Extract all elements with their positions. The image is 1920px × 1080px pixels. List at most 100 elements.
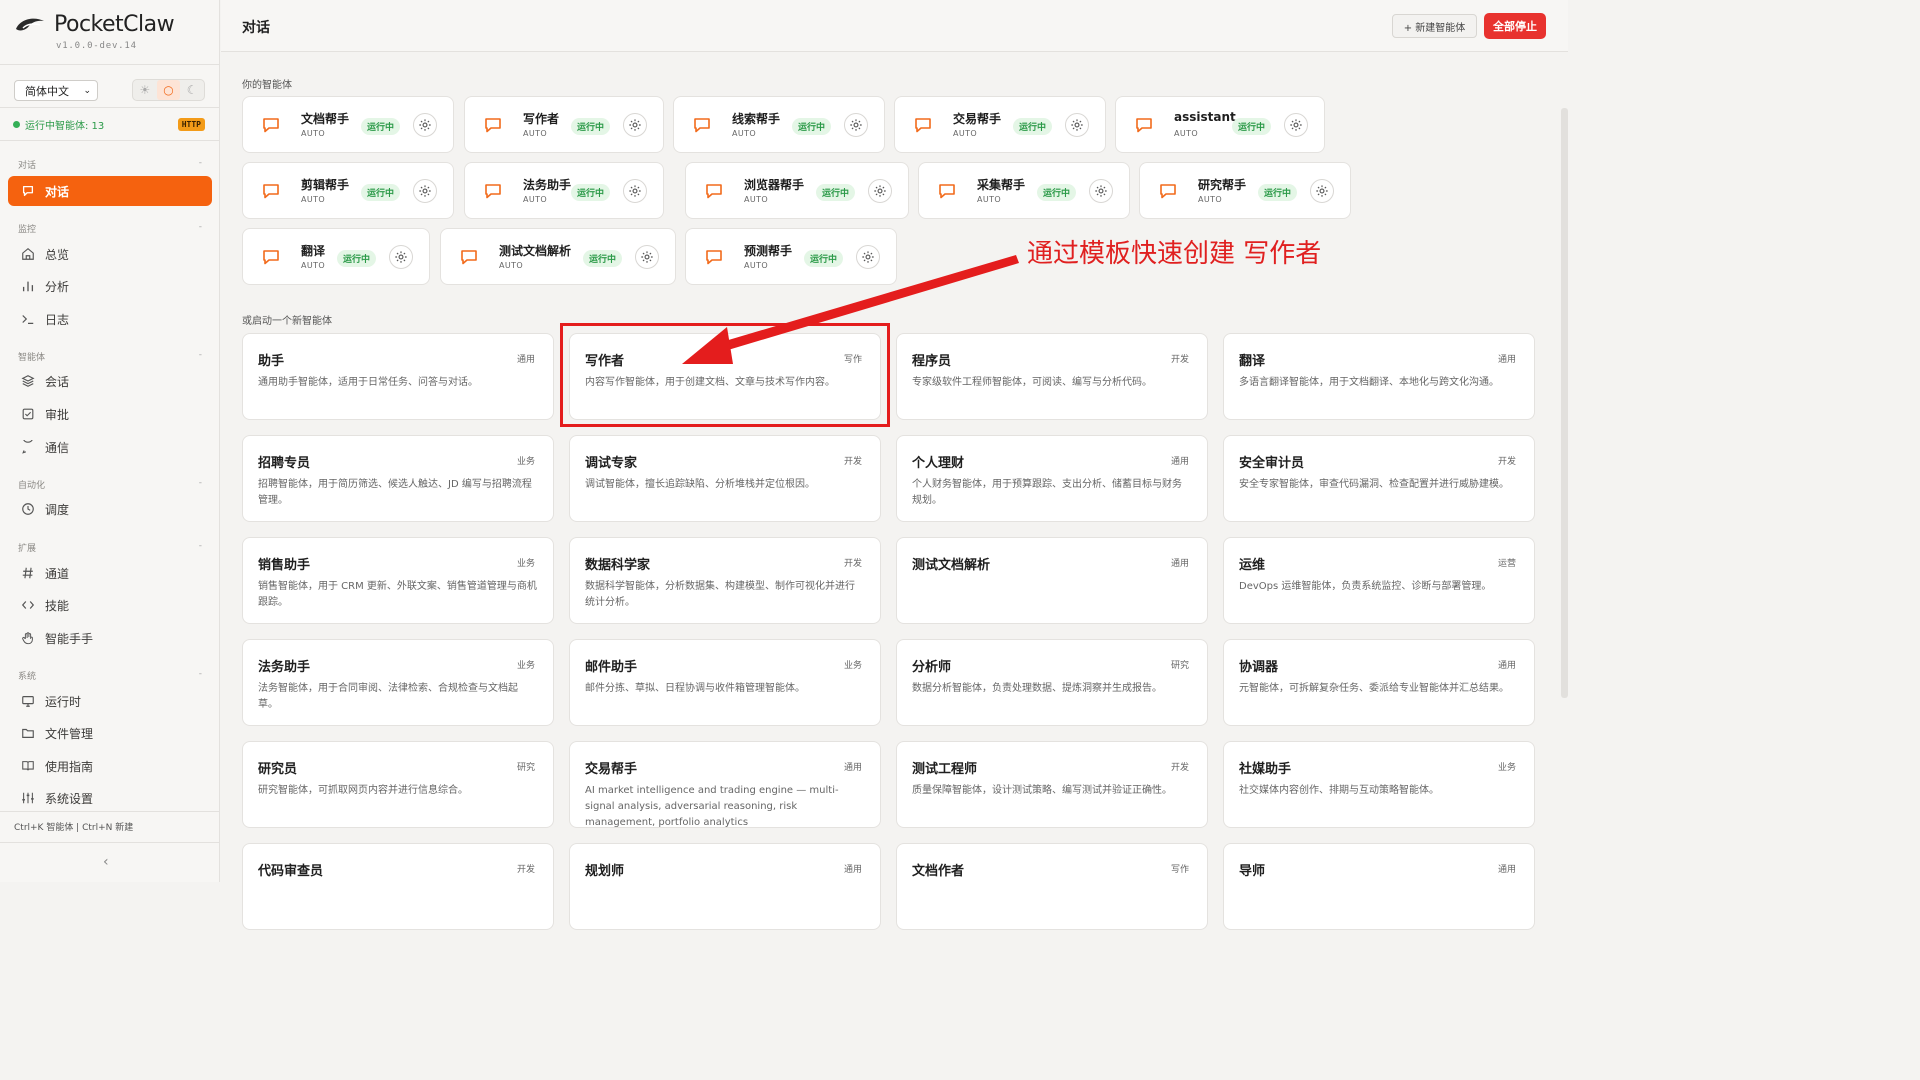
template-card[interactable]: 运维 运营 DevOps 运维智能体，负责系统监控、诊断与部署管理。 [1223, 537, 1535, 624]
agent-settings-button[interactable] [844, 113, 868, 137]
agent-card[interactable]: 翻译 AUTO 运行中 [242, 228, 430, 285]
message-icon [21, 440, 35, 454]
collapse-sidebar-button[interactable]: ‹ [103, 854, 109, 870]
sidebar-item-runtime[interactable]: 运行时 [8, 686, 212, 716]
sidebar-item-comms[interactable]: 通信 [8, 432, 212, 462]
divider [0, 811, 220, 812]
template-tag: 开发 [843, 457, 862, 467]
template-card[interactable]: 安全审计员 开发 安全专家智能体，审查代码漏洞、检查配置并进行威胁建模。 [1223, 435, 1535, 522]
sidebar-item-sessions[interactable]: 会话 [8, 366, 212, 396]
agent-card[interactable]: assistant AUTO 运行中 [1115, 96, 1325, 153]
agent-settings-button[interactable] [1310, 179, 1334, 203]
template-tag: 开发 [516, 865, 535, 875]
template-name: 安全审计员 [1239, 456, 1305, 471]
stop-all-button[interactable]: 全部停止 [1484, 13, 1546, 39]
template-name: 翻译 [1239, 354, 1266, 369]
agent-settings-button[interactable] [1284, 113, 1308, 137]
template-card[interactable]: 代码审查员 开发 [242, 843, 554, 930]
sidebar-item-hands[interactable]: 智能手手 [8, 623, 212, 653]
agent-settings-button[interactable] [623, 179, 647, 203]
template-name: 交易帮手 [585, 762, 638, 777]
sun-icon[interactable]: ☀ [133, 80, 157, 100]
template-card[interactable]: 招聘专员 业务 招聘智能体，用于简历筛选、候选人触达、JD 编写与招聘流程管理。 [242, 435, 554, 522]
agent-card[interactable]: 预测帮手 AUTO 运行中 [685, 228, 897, 285]
agent-settings-button[interactable] [413, 179, 437, 203]
template-card[interactable]: 程序员 开发 专家级软件工程师智能体，可阅读、编写与分析代码。 [896, 333, 1208, 420]
agent-card[interactable]: 线索帮手 AUTO 运行中 [673, 96, 885, 153]
sidebar-item-guide[interactable]: 使用指南 [8, 751, 212, 781]
sidebar-item-approvals[interactable]: 审批 [8, 399, 212, 429]
template-card[interactable]: 规划师 通用 [569, 843, 881, 930]
template-card[interactable]: 助手 通用 通用助手智能体，适用于日常任务、问答与对话。 [242, 333, 554, 420]
template-description: 研究智能体，可抓取网页内容并进行信息综合。 [258, 785, 468, 796]
template-card[interactable]: 调试专家 开发 调试智能体，擅长追踪缺陷、分析堆栈并定位根因。 [569, 435, 881, 522]
template-card[interactable]: 导师 通用 [1223, 843, 1535, 930]
agent-name: 线索帮手 [732, 112, 781, 126]
agent-card[interactable]: 浏览器帮手 AUTO 运行中 [685, 162, 909, 219]
agent-settings-button[interactable] [635, 245, 659, 269]
sidebar-item-chat[interactable]: 对话 [8, 176, 212, 206]
template-name: 调试专家 [585, 456, 638, 471]
template-card[interactable]: 销售助手 业务 销售智能体，用于 CRM 更新、外联文案、销售管道管理与商机跟踪。 [242, 537, 554, 624]
template-card[interactable]: 法务助手 业务 法务智能体，用于合同审阅、法律检索、合规检查与文档起草。 [242, 639, 554, 726]
template-card[interactable]: 文档作者 写作 [896, 843, 1208, 930]
section-label-agents: 智能体 - [18, 350, 202, 363]
sidebar-item-analytics[interactable]: 分析 [8, 271, 212, 301]
template-name: 程序员 [912, 354, 952, 369]
sidebar-item-skills[interactable]: 技能 [8, 590, 212, 620]
agent-card[interactable]: 文档帮手 AUTO 运行中 [242, 96, 454, 153]
agent-card[interactable]: 测试文档解析 AUTO 运行中 [440, 228, 676, 285]
new-agent-button[interactable]: + 新建智能体 [1392, 14, 1477, 38]
sidebar-item-overview[interactable]: 总览 [8, 239, 212, 269]
agent-settings-button[interactable] [856, 245, 880, 269]
agent-mode: AUTO [1174, 129, 1199, 138]
status-badge: 运行中 [1013, 118, 1053, 135]
agent-card[interactable]: 剪辑帮手 AUTO 运行中 [242, 162, 454, 219]
agent-card[interactable]: 研究帮手 AUTO 运行中 [1139, 162, 1351, 219]
chat-icon [21, 184, 35, 198]
agent-card[interactable]: 法务助手 AUTO 运行中 [464, 162, 664, 219]
system-theme-icon[interactable]: ○ [156, 80, 181, 100]
moon-icon[interactable]: ☾ [180, 80, 204, 100]
template-card[interactable]: 测试工程师 开发 质量保障智能体，设计测试策略、编写测试并验证正确性。 [896, 741, 1208, 828]
chat-icon [263, 250, 279, 265]
template-name: 助手 [258, 354, 285, 369]
template-card[interactable]: 社媒助手 业务 社交媒体内容创作、排期与互动策略智能体。 [1223, 741, 1535, 828]
agent-card[interactable]: 采集帮手 AUTO 运行中 [918, 162, 1130, 219]
template-card[interactable]: 数据科学家 开发 数据科学智能体，分析数据集、构建模型、制作可视化并进行统计分析。 [569, 537, 881, 624]
language-select[interactable]: 简体中文 ⌄ [14, 80, 98, 101]
agent-name: 法务助手 [523, 178, 572, 192]
scrollbar[interactable] [1561, 108, 1568, 698]
gear-icon [850, 119, 862, 131]
section-label-chat: 对话 - [18, 158, 202, 171]
agent-settings-button[interactable] [623, 113, 647, 137]
template-card[interactable]: 研究员 研究 研究智能体，可抓取网页内容并进行信息综合。 [242, 741, 554, 828]
chat-icon [706, 250, 722, 265]
template-tag: 研究 [516, 763, 535, 773]
agent-card[interactable]: 交易帮手 AUTO 运行中 [894, 96, 1106, 153]
agent-mode: AUTO [499, 261, 524, 270]
sidebar-item-schedule[interactable]: 调度 [8, 494, 212, 524]
agent-settings-button[interactable] [868, 179, 892, 203]
template-card[interactable]: 个人理财 通用 个人财务智能体，用于预算跟踪、支出分析、储蓄目标与财务规划。 [896, 435, 1208, 522]
template-card[interactable]: 邮件助手 业务 邮件分拣、草拟、日程协调与收件箱管理智能体。 [569, 639, 881, 726]
page-title: 对话 [242, 20, 270, 36]
sidebar-item-label: 分析 [45, 279, 70, 294]
template-card[interactable]: 测试文档解析 通用 [896, 537, 1208, 624]
sidebar-item-logs[interactable]: 日志 [8, 304, 212, 334]
template-card[interactable]: 分析师 研究 数据分析智能体，负责处理数据、提炼洞察并生成报告。 [896, 639, 1208, 726]
sidebar-item-files[interactable]: 文件管理 [8, 718, 212, 748]
sidebar-item-channels[interactable]: 通道 [8, 558, 212, 588]
agent-settings-button[interactable] [413, 113, 437, 137]
template-tag: 业务 [1497, 763, 1516, 773]
template-card[interactable]: 协调器 通用 元智能体，可拆解复杂任务、委派给专业智能体并汇总结果。 [1223, 639, 1535, 726]
sidebar-item-settings[interactable]: 系统设置 [8, 783, 212, 813]
agent-settings-button[interactable] [1089, 179, 1113, 203]
template-card[interactable]: 交易帮手 通用 AI market intelligence and trading… [569, 741, 881, 828]
template-card[interactable]: 翻译 通用 多语言翻译智能体，用于文档翻译、本地化与跨文化沟通。 [1223, 333, 1535, 420]
agent-settings-button[interactable] [389, 245, 413, 269]
logo[interactable]: PocketClaw [14, 12, 175, 37]
agent-card[interactable]: 写作者 AUTO 运行中 [464, 96, 664, 153]
agent-mode: AUTO [301, 261, 326, 270]
agent-settings-button[interactable] [1065, 113, 1089, 137]
